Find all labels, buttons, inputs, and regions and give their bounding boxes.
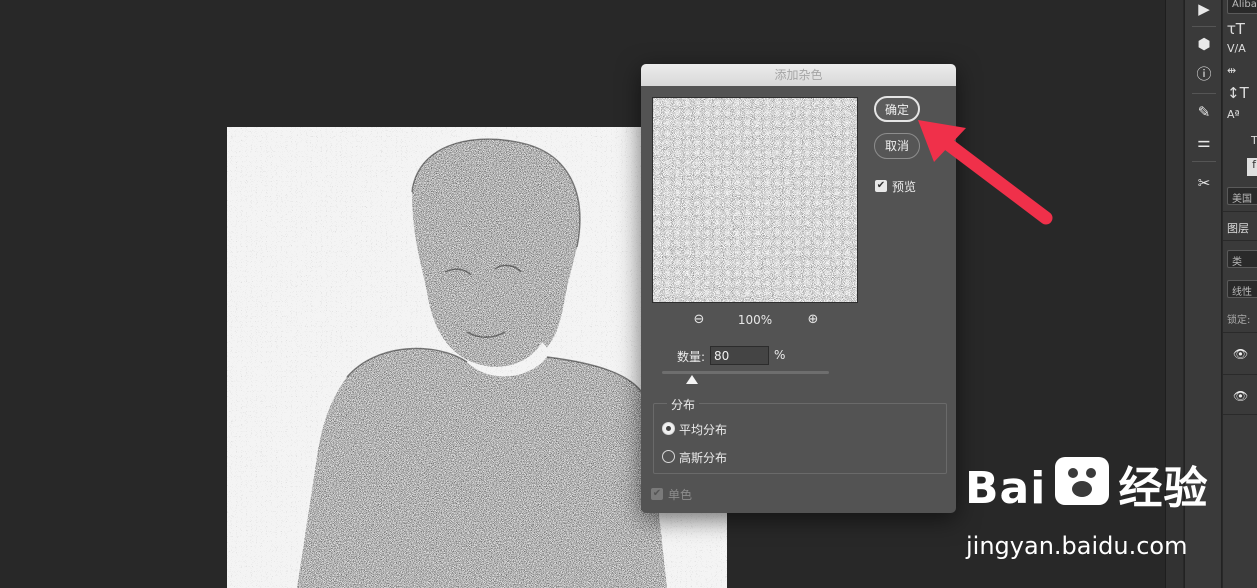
- info-icon[interactable]: ⓘ: [1191, 60, 1217, 86]
- divider: [1223, 332, 1257, 333]
- radio-gaussian-label[interactable]: 高斯分布: [679, 449, 727, 466]
- layer-search-field[interactable]: 类: [1227, 250, 1257, 268]
- zoom-level: 100%: [737, 313, 773, 327]
- zoom-out-icon[interactable]: ⊖: [690, 311, 708, 329]
- monochromatic-checkbox: ✔: [651, 488, 663, 500]
- dialog-title[interactable]: 添加杂色: [641, 64, 956, 86]
- radio-uniform[interactable]: [662, 422, 675, 435]
- baidu-watermark: Bai 经验: [965, 452, 1209, 516]
- amount-slider-track[interactable]: [662, 371, 829, 374]
- layers-tab[interactable]: 图层: [1227, 220, 1249, 236]
- baidu-paw-logo: [1055, 457, 1110, 505]
- lock-label: 锁定:: [1227, 315, 1251, 326]
- vertical-scale-icon[interactable]: ↕T: [1227, 84, 1249, 102]
- baseline-shift-icon[interactable]: Aª: [1227, 108, 1240, 121]
- character-layers-panel: Aliba ꚍT V/A ⇹ ↕T Aª T f 美国 图层 类 线性 锁定: …: [1223, 0, 1257, 588]
- play-icon[interactable]: ▶: [1191, 0, 1217, 22]
- tracking-icon[interactable]: ⇹: [1227, 64, 1236, 77]
- distribution-legend: 分布: [667, 396, 700, 413]
- brush-presets-icon[interactable]: ✎: [1191, 99, 1217, 125]
- divider: [1223, 374, 1257, 375]
- text-style-button[interactable]: f: [1247, 158, 1257, 176]
- layer-visibility-eye-icon[interactable]: 👁: [1233, 347, 1248, 361]
- watermark-brand: Bai: [965, 463, 1047, 514]
- noise-preview-image: [653, 98, 857, 302]
- 3d-cube-icon[interactable]: ⬢: [1191, 31, 1217, 57]
- amount-input[interactable]: [710, 346, 769, 365]
- text-style-icon[interactable]: T: [1251, 134, 1257, 147]
- divider: [1192, 161, 1216, 162]
- blend-mode-select[interactable]: 线性: [1227, 280, 1257, 298]
- monochromatic-label: 单色: [668, 488, 693, 502]
- preview-checkbox[interactable]: ✔: [875, 180, 887, 192]
- divider: [1223, 211, 1257, 212]
- layer-visibility-eye-icon[interactable]: 👁: [1233, 389, 1248, 403]
- radio-uniform-label[interactable]: 平均分布: [679, 421, 727, 438]
- amount-unit: %: [774, 348, 786, 362]
- divider: [1223, 414, 1257, 415]
- amount-slider-thumb[interactable]: [686, 375, 699, 384]
- divider: [1192, 93, 1216, 94]
- watermark-brand-2: 经验: [1118, 463, 1209, 514]
- adjustments-icon[interactable]: ⚌: [1191, 129, 1217, 155]
- zoom-in-icon[interactable]: ⊕: [804, 311, 822, 329]
- tools-icon[interactable]: ✂: [1191, 170, 1217, 196]
- noise-preview[interactable]: [652, 97, 858, 303]
- red-arrow-annotation: [918, 120, 1053, 225]
- radio-gaussian[interactable]: [662, 450, 675, 463]
- amount-label: 数量:: [677, 350, 706, 364]
- font-family-field[interactable]: Aliba: [1227, 0, 1257, 14]
- preview-zoom-controls: ⊖ 100% ⊕: [652, 311, 858, 331]
- divider: [1192, 26, 1216, 27]
- kerning-icon[interactable]: V/A: [1227, 42, 1246, 55]
- language-field[interactable]: 美国: [1227, 187, 1257, 205]
- divider: [1223, 240, 1257, 241]
- font-size-icon[interactable]: ꚍT: [1227, 20, 1245, 38]
- watermark-url: jingyan.baidu.com: [966, 532, 1188, 560]
